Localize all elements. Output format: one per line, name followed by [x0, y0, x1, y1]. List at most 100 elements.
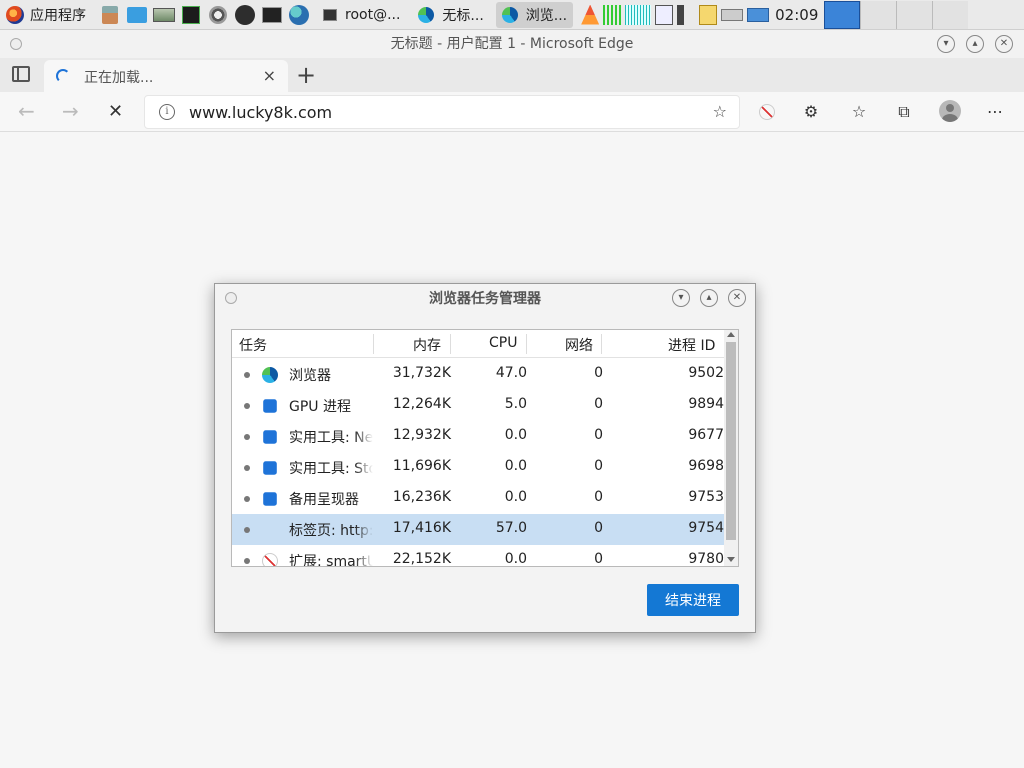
volume-icon[interactable]	[677, 4, 696, 25]
workspace-switcher[interactable]	[824, 0, 969, 29]
table-row[interactable]: 备用呈现器 16,236K 0.0 0 9753	[232, 483, 724, 514]
applications-label: 应用程序	[30, 7, 86, 24]
media-player-icon[interactable]	[233, 4, 257, 26]
row-bullet-icon	[244, 496, 250, 502]
network-cell: 0	[594, 520, 603, 536]
dialog-close-icon[interactable]: ✕	[728, 289, 746, 307]
add-favorite-icon[interactable]: ☆	[713, 102, 727, 121]
memory-cell: 11,696K	[392, 458, 451, 474]
file-manager-icon[interactable]	[125, 4, 149, 26]
loading-spinner-icon	[56, 69, 70, 83]
close-icon[interactable]: ✕	[995, 35, 1013, 53]
memory-cell: 31,732K	[392, 365, 451, 381]
stop-loading-icon[interactable]: ✕	[108, 101, 123, 122]
system-monitor-icon[interactable]	[179, 4, 203, 26]
site-info-icon[interactable]: i	[159, 104, 175, 120]
scroll-down-icon[interactable]	[727, 557, 735, 562]
disk-icon[interactable]	[152, 4, 176, 26]
keyboard-icon[interactable]	[721, 8, 744, 21]
dialog-title-bar: 浏览器任务管理器 ▾ ▴ ✕	[215, 284, 755, 314]
extensions-puzzle-icon[interactable]: ⚙	[801, 102, 821, 122]
network-cell: 0	[594, 427, 603, 443]
puzzle-icon	[263, 492, 277, 506]
globe-icon[interactable]	[287, 4, 311, 26]
network-cell: 0	[594, 365, 603, 381]
dialog-maximize-icon[interactable]: ▴	[700, 289, 718, 307]
window-menu-icon[interactable]	[10, 38, 22, 50]
scroll-up-icon[interactable]	[727, 332, 735, 337]
scroll-thumb[interactable]	[726, 342, 736, 540]
favorites-icon[interactable]: ☆	[849, 102, 869, 122]
dialog-minimize-icon[interactable]: ▾	[672, 289, 690, 307]
column-header-memory[interactable]: 内存	[413, 335, 441, 355]
row-bullet-icon	[244, 434, 250, 440]
cpu-cell: 5.0	[504, 396, 527, 412]
table-row[interactable]: 实用工具: Storage Service 11,696K 0.0 0 9698	[232, 452, 724, 483]
back-arrow-icon[interactable]: ←	[18, 99, 35, 123]
table-row[interactable]: 浏览器 31,732K 47.0 0 9502	[232, 359, 724, 390]
network-cell: 0	[594, 458, 603, 474]
forward-arrow-icon[interactable]: →	[62, 99, 79, 123]
table-row[interactable]: 扩展: smartUp 22,152K 0.0 0 9780	[232, 545, 724, 567]
workspace-3[interactable]	[896, 0, 933, 29]
column-header-cpu[interactable]: CPU	[489, 335, 517, 351]
task-name: 备用呈现器	[289, 492, 359, 508]
workspace-4[interactable]	[932, 0, 969, 29]
taskbar-window-terminal[interactable]: root@...	[317, 2, 406, 28]
end-process-button[interactable]: 结束进程	[647, 584, 739, 616]
row-bullet-icon	[244, 372, 250, 378]
column-header-network[interactable]: 网络	[565, 335, 593, 355]
smartup-extension-icon[interactable]	[757, 102, 777, 122]
column-separator	[526, 334, 527, 354]
taskbar-window-edge-untitled[interactable]: 无标...	[412, 2, 489, 28]
cpu-cell: 0.0	[504, 551, 527, 567]
column-header-pid[interactable]: 进程 ID	[668, 335, 715, 355]
address-bar[interactable]: i www.lucky8k.com ☆	[144, 95, 740, 129]
process-table: 任务 内存 CPU 网络 进程 ID 浏览器 31,732K 47.0 0 9502 GP…	[231, 329, 739, 567]
maximize-icon[interactable]: ▴	[966, 35, 984, 53]
column-header-task[interactable]: 任务	[239, 335, 267, 355]
clipboard-icon[interactable]	[699, 4, 718, 25]
clock[interactable]: 02:09	[775, 6, 818, 24]
edge-icon	[418, 6, 435, 23]
tab-close-icon[interactable]: ×	[263, 66, 276, 85]
taskbar-window-task-manager[interactable]: 浏览...	[495, 1, 574, 28]
table-row[interactable]: GPU 进程 12,264K 5.0 0 9894	[232, 390, 724, 421]
network-cell: 0	[594, 396, 603, 412]
profile-avatar[interactable]	[939, 100, 961, 122]
table-row[interactable]: 实用工具: Network Service 12,932K 0.0 0 9677	[232, 421, 724, 452]
table-row[interactable]: 标签页: http://www.lucky8k.com 17,416K 57.0 0 9…	[232, 514, 724, 545]
terminal-icon[interactable]	[260, 4, 284, 26]
table-scrollbar[interactable]	[724, 330, 738, 566]
display-icon[interactable]	[655, 4, 674, 25]
address-url[interactable]: www.lucky8k.com	[189, 103, 332, 122]
workspace-2[interactable]	[860, 0, 897, 29]
cpu-cell: 0.0	[504, 427, 527, 443]
dialog-menu-icon[interactable]	[225, 292, 237, 304]
puzzle-icon	[263, 461, 277, 475]
task-name: 标签页: http://www.lucky8k.com	[289, 523, 373, 539]
cpu-cell: 57.0	[495, 520, 527, 536]
tab-strip: 正在加载... × +	[0, 58, 1024, 92]
applications-menu[interactable]: 应用程序	[0, 0, 92, 30]
media-tools-icon[interactable]	[206, 4, 230, 26]
new-tab-button[interactable]: +	[296, 62, 316, 88]
flame-icon[interactable]	[581, 4, 600, 25]
extension-icon	[262, 553, 278, 566]
screen-icon[interactable]	[747, 7, 770, 22]
workspace-1[interactable]	[824, 0, 861, 29]
settings-launcher-icon[interactable]	[98, 4, 122, 26]
minimize-icon[interactable]: ▾	[937, 35, 955, 53]
tab-actions-icon[interactable]	[12, 66, 30, 82]
task-name: 实用工具: Network Service	[289, 430, 373, 446]
edge-icon	[262, 367, 278, 383]
collections-icon[interactable]: ⧉	[894, 102, 914, 122]
more-menu-icon[interactable]: ⋯	[985, 102, 1005, 122]
memory-cell: 17,416K	[392, 520, 451, 536]
pid-cell: 9780	[688, 551, 724, 567]
cpu-cell: 47.0	[495, 365, 527, 381]
apps-logo-icon	[6, 5, 24, 24]
system-tray	[581, 4, 770, 25]
network-status-icon[interactable]	[603, 4, 622, 25]
tab-loading[interactable]: 正在加载... ×	[44, 60, 288, 92]
